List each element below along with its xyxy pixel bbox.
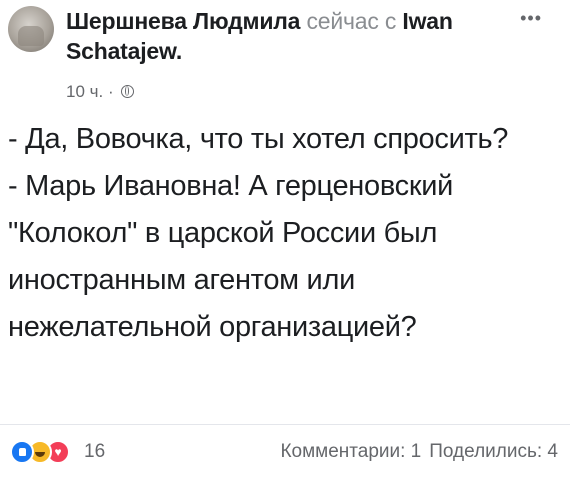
tag-suffix: . [175, 38, 183, 64]
post-meta: 10 ч. · [66, 82, 135, 102]
post-text-line: - Марь Ивановна! А герценовский "Колокол… [8, 170, 454, 343]
post-header: Шершнева Людмила сейчас с Iwan Schatajew… [0, 0, 570, 112]
tag-prefix: сейчас с [306, 8, 397, 34]
like-icon [10, 440, 34, 464]
post-title-line: Шершнева Людмила сейчас с Iwan Schatajew… [66, 6, 536, 66]
footer-divider [0, 424, 570, 425]
reactions-summary[interactable]: 16 [10, 437, 105, 467]
post-time[interactable]: 10 ч. [66, 82, 103, 101]
post-stats: Комментарии: 1 Поделились: 4 [280, 437, 558, 467]
author-name[interactable]: Шершнева Людмила [66, 8, 300, 34]
author-avatar[interactable] [8, 6, 54, 52]
meta-separator: · [107, 82, 114, 101]
reaction-icons [10, 440, 70, 464]
globe-icon [121, 85, 135, 98]
post-text-line: - Да, Вовочка, что ты хотел спросить? [8, 123, 509, 155]
shares-count[interactable]: Поделились: 4 [429, 441, 558, 463]
post-body: - Да, Вовочка, что ты хотел спросить? - … [8, 116, 564, 351]
more-dots-icon[interactable]: ••• [520, 8, 542, 29]
comments-count[interactable]: Комментарии: 1 [280, 441, 421, 463]
reaction-count[interactable]: 16 [84, 441, 105, 463]
